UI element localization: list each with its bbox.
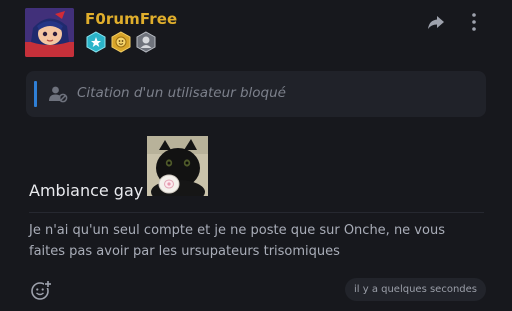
add-reaction-icon[interactable] [30,279,52,301]
kebab-menu-icon[interactable] [466,12,482,32]
blocked-user-icon [49,86,68,103]
post-timestamp[interactable]: il y a quelques secondes [345,278,486,301]
content-divider [29,212,484,213]
post-content-title: Ambiance gay [29,181,144,200]
diamond-star-badge-icon[interactable] [85,31,107,53]
forum-post: F0rumFree Citation d'un utilisateur bloq… [0,0,512,311]
share-arrow-icon[interactable] [426,12,446,32]
portrait-badge-icon[interactable] [135,31,157,53]
blocked-quote: Citation d'un utilisateur bloqué [26,71,486,117]
black-cat-pacifier-image[interactable] [147,136,208,196]
quote-accent-bar [34,81,37,107]
user-avatar[interactable] [25,8,74,57]
post-body-text: Je n'ai qu'un seul compte et je ne poste… [29,223,445,259]
user-badges [85,31,157,53]
quote-text: Citation d'un utilisateur bloqué [77,85,286,101]
gold-emblem-badge-icon[interactable] [110,31,132,53]
username[interactable]: F0rumFree [85,10,177,28]
